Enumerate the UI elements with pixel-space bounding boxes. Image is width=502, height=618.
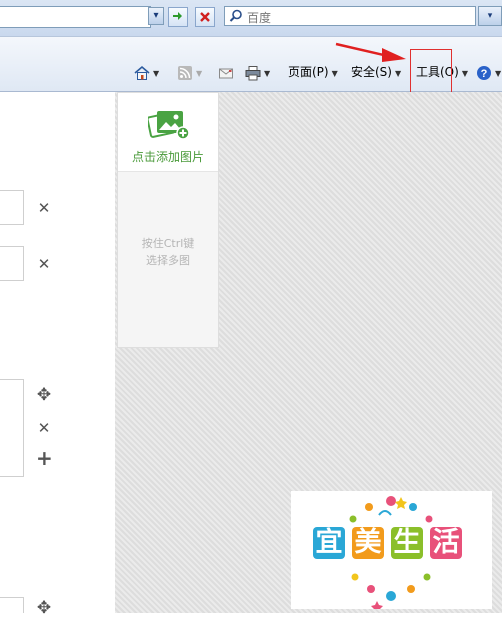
dropdown-arrow[interactable]: ▼	[332, 69, 338, 78]
address-bar-row: ▾ 百度 ▾	[0, 0, 502, 37]
logo-char-2: 美	[352, 527, 384, 559]
mail-button[interactable]	[218, 62, 234, 82]
search-icon	[229, 9, 243, 27]
hint-line-2: 选择多图	[146, 254, 190, 267]
help-button[interactable]: ? ▼	[476, 62, 501, 82]
logo-char-1: 宜	[313, 527, 345, 559]
stop-button[interactable]	[195, 7, 215, 27]
text-field[interactable]	[0, 246, 24, 281]
upload-card: 点击添加图片 按住Ctrl键 选择多图	[117, 92, 219, 348]
svg-text:?: ?	[481, 68, 488, 80]
print-icon	[245, 65, 261, 80]
dropdown-arrow[interactable]: ▼	[196, 69, 202, 78]
rss-feed-icon	[178, 65, 192, 80]
multi-select-hint: 按住Ctrl键 选择多图	[118, 235, 218, 269]
stop-icon	[200, 12, 210, 22]
refresh-icon	[173, 12, 182, 20]
search-placeholder: 百度	[247, 11, 272, 25]
remove-icon[interactable]: ✕	[36, 256, 52, 272]
logo-char-4: 活	[430, 527, 462, 559]
print-button[interactable]: ▼	[245, 62, 270, 82]
annotation-arrow-icon	[335, 42, 406, 62]
add-icon[interactable]: +	[36, 448, 53, 468]
remove-icon[interactable]: ✕	[36, 420, 52, 436]
page-menu-label: 页面(P)	[288, 65, 329, 79]
dropdown-arrow[interactable]: ▼	[153, 69, 159, 78]
home-icon	[134, 65, 150, 80]
dropdown-arrow[interactable]: ▼	[395, 69, 401, 78]
dropdown-arrow[interactable]: ▼	[462, 69, 468, 78]
safety-menu-label: 安全(S)	[351, 65, 392, 79]
text-area[interactable]	[0, 379, 24, 477]
editor-panel: ✕ ✕ ✥ ✕ + ✥	[0, 92, 115, 617]
add-photo-label: 点击添加图片	[131, 150, 204, 164]
go-refresh-button[interactable]	[168, 7, 188, 27]
address-dropdown-button[interactable]: ▾	[148, 7, 164, 25]
text-field[interactable]	[0, 190, 24, 225]
feeds-button[interactable]: ▼	[177, 62, 202, 82]
mail-icon	[219, 68, 233, 78]
add-photo-button[interactable]: 点击添加图片	[118, 93, 218, 172]
help-icon: ?	[477, 65, 491, 80]
remove-icon[interactable]: ✕	[36, 200, 52, 216]
logo-char-3: 生	[391, 527, 423, 559]
move-icon[interactable]: ✥	[36, 600, 52, 617]
dropdown-arrow[interactable]: ▼	[264, 69, 270, 78]
page-menu[interactable]: 页面(P) ▼	[288, 62, 338, 82]
search-input[interactable]: 百度	[224, 6, 476, 26]
address-input[interactable]	[0, 6, 151, 28]
dropdown-arrow[interactable]: ▼	[495, 69, 501, 78]
logo-watermark: 宜 美 生 活	[291, 491, 492, 609]
home-button[interactable]: ▼	[134, 62, 159, 82]
add-photo-icon	[148, 111, 190, 140]
text-field[interactable]	[0, 597, 24, 613]
search-dropdown-button[interactable]: ▾	[478, 6, 502, 26]
move-icon[interactable]: ✥	[36, 387, 52, 404]
safety-menu[interactable]: 安全(S) ▼	[351, 62, 401, 82]
hint-line-1: 按住Ctrl键	[141, 237, 195, 250]
